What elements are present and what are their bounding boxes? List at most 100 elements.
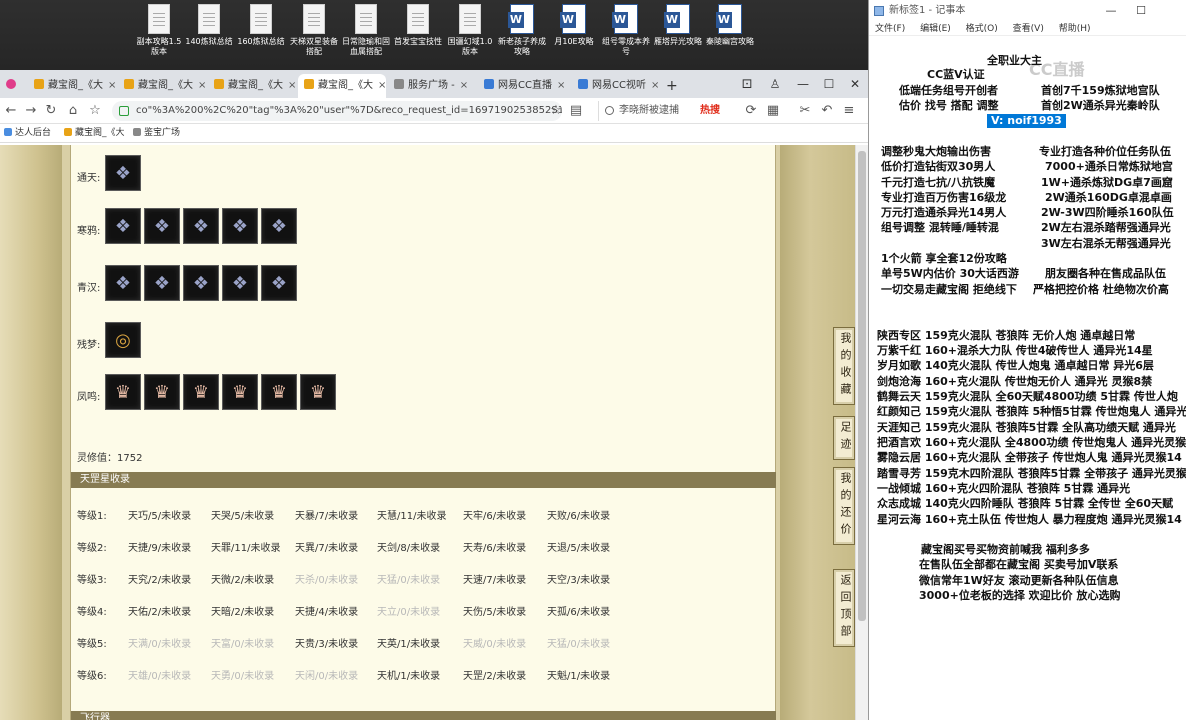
star-level-label: 等级2:	[77, 543, 107, 554]
tab-close-icon[interactable]: ×	[378, 80, 386, 91]
desktop-icon[interactable]: 140炼狱总结	[183, 4, 235, 47]
tab-close-icon[interactable]: ×	[288, 80, 296, 91]
desktop-icon[interactable]: 160炼狱总结	[235, 4, 287, 47]
bookmarks-bar: 达人后台 藏宝阁_《大 鉴宝广场	[0, 124, 868, 143]
menu-format[interactable]: 格式(O)	[966, 24, 998, 34]
equipment-item-icon[interactable]: ❖	[261, 265, 297, 301]
back-icon[interactable]: ←	[2, 102, 20, 120]
equipment-item-icon[interactable]: ❖	[105, 208, 141, 244]
star-level-label: 等级4:	[77, 607, 107, 618]
refresh-icon[interactable]: ↻	[42, 102, 60, 120]
equipment-item-icon[interactable]: ❖	[222, 265, 258, 301]
equipment-item-icon[interactable]: ❖	[105, 265, 141, 301]
tab-close-icon[interactable]: ×	[198, 80, 206, 91]
extension-icon[interactable]: ▦	[764, 102, 782, 120]
star-cell: 天魁/1/未收录	[547, 671, 611, 682]
menu-help[interactable]: 帮助(H)	[1059, 24, 1091, 34]
scissors-icon[interactable]: ✂	[796, 102, 814, 120]
footprint-button[interactable]: 足迹	[833, 416, 855, 460]
equipment-item-icon[interactable]: ❖	[222, 208, 258, 244]
bookmark-item[interactable]: 达人后台	[4, 124, 51, 143]
page-scrollbar[interactable]	[855, 145, 868, 720]
desktop-icon[interactable]: W 雁塔异光攻略	[652, 4, 704, 47]
browser-tab[interactable]: 藏宝阁_《大 ×	[298, 74, 386, 98]
back-to-top-button[interactable]: 返回顶部	[833, 569, 855, 647]
equipment-item-icon[interactable]: ❖	[261, 208, 297, 244]
my-favorites-button[interactable]: 我的收藏	[833, 327, 855, 405]
star-cell: 天败/6/未收录	[547, 511, 611, 522]
equipment-item-icon[interactable]: ♛	[183, 374, 219, 410]
equipment-item-icon[interactable]: ◎	[105, 322, 141, 358]
notepad-line: 千元打造七抗/八抗铁魔	[881, 176, 996, 189]
tab-close-icon[interactable]: ×	[557, 80, 565, 91]
star-section-header: 天罡星收录	[71, 472, 776, 488]
browser-tab[interactable]: 网易CC直播 ×	[478, 74, 566, 98]
browser-logo-icon[interactable]	[0, 74, 26, 98]
browser-tab[interactable]: 网易CC视听 ×	[572, 74, 660, 98]
equipment-item-icon[interactable]: ❖	[183, 208, 219, 244]
browser-tab[interactable]: 藏宝阁_《大 ×	[28, 74, 116, 98]
close-button[interactable]: ✕	[841, 70, 869, 98]
minimize-button[interactable]: —	[789, 70, 817, 98]
desktop-icon[interactable]: 国疆幻域1.0版本	[444, 4, 496, 57]
equipment-item-icon[interactable]: ♛	[222, 374, 258, 410]
equipment-item-icon[interactable]: ❖	[144, 208, 180, 244]
desktop-icon-label: 月10E攻略	[554, 37, 594, 46]
browser-tab[interactable]: 服务广场 - ×	[388, 74, 476, 98]
star-cell: 天立/0/未收录	[377, 607, 441, 618]
desktop-icon[interactable]: W 月10E攻略	[548, 4, 600, 47]
equipment-item-icon[interactable]: ♛	[105, 374, 141, 410]
forward-icon[interactable]: →	[22, 102, 40, 120]
menu-view[interactable]: 查看(V)	[1013, 24, 1044, 34]
tab-close-icon[interactable]: ×	[108, 80, 116, 91]
desktop-icon[interactable]: W 秦陵幽宫攻略	[704, 4, 756, 47]
secure-lock-icon	[119, 106, 129, 116]
menu-icon[interactable]: ≡	[840, 102, 858, 120]
equipment-item-icon[interactable]: ❖	[144, 265, 180, 301]
new-tab-button[interactable]: +	[660, 74, 684, 98]
desktop-icon[interactable]: 天梯双星装备搭配	[288, 4, 340, 57]
star-cell: 天猛/0/未收录	[547, 639, 611, 650]
hot-search-label[interactable]: 热搜	[700, 101, 720, 121]
desktop-icon-label: 140炼狱总结	[185, 37, 233, 46]
browser-tab[interactable]: 藏宝阁_《大 ×	[118, 74, 206, 98]
menu-file[interactable]: 文件(F)	[875, 24, 905, 34]
shirt-icon[interactable]: ♙	[761, 70, 789, 98]
text-file-icon	[148, 4, 170, 34]
bookmark-star-icon[interactable]: ☆	[86, 102, 104, 120]
equipment-item-icon[interactable]: ♛	[261, 374, 297, 410]
address-bar[interactable]: co"%3A%200%2C%20"tag"%3A%20"user"%7D&rec…	[112, 101, 562, 121]
equipment-item-icon[interactable]: ❖	[183, 265, 219, 301]
tab-close-icon[interactable]: ×	[651, 80, 659, 91]
equipment-item-icon[interactable]: ♛	[300, 374, 336, 410]
desktop-icon[interactable]: W 新老孩子养成攻略	[496, 4, 548, 57]
text-file-icon	[459, 4, 481, 34]
desktop-icon[interactable]: 日常隐瑜和固血属搭配	[340, 4, 392, 57]
home-icon[interactable]: ⌂	[64, 102, 82, 120]
browser-window: 藏宝阁_《大 × 藏宝阁_《大 × 藏宝阁_《大 × 藏宝阁_《大 × 服务广场 - × 网易CC直…	[0, 70, 868, 720]
menu-edit[interactable]: 编辑(E)	[920, 24, 951, 34]
desktop-icon[interactable]: 副本攻略1.5版本	[133, 4, 185, 57]
notepad-maximize-button[interactable]: ☐	[1127, 0, 1155, 22]
undo-icon[interactable]: ↶	[818, 102, 836, 120]
star-cell: 天威/0/未收录	[463, 639, 527, 650]
maximize-button[interactable]: ☐	[815, 70, 843, 98]
equipment-item-icon[interactable]: ❖	[105, 155, 141, 191]
notepad-text-area[interactable]: CC直播 全职业大主 CC蓝V认证 低端任务组号开创者 首创7千159炼狱地宫队 估价 …	[869, 38, 1186, 720]
desktop-icon[interactable]: 首发宝宝技性	[392, 4, 444, 47]
scroll-thumb[interactable]	[858, 151, 866, 621]
favorite-icon[interactable]: ☆	[547, 102, 565, 120]
tab-close-icon[interactable]: ×	[460, 80, 468, 91]
my-bargain-button[interactable]: 我的还价	[833, 467, 855, 545]
equipment-item-icon[interactable]: ♛	[144, 374, 180, 410]
notepad-line: 首创2W通杀异光秦岭队	[1041, 99, 1160, 112]
desktop-icon-label: 160炼狱总结	[237, 37, 285, 46]
browser-menu-icon[interactable]: ⚀	[733, 70, 761, 98]
bookmark-item[interactable]: 藏宝阁_《大	[64, 124, 125, 143]
desktop-icon[interactable]: W 组号零成本养号	[600, 4, 652, 57]
reader-icon[interactable]: ▤	[567, 102, 585, 120]
notepad-minimize-button[interactable]: —	[1097, 0, 1125, 22]
sync-icon[interactable]: ⟳	[742, 102, 760, 120]
browser-tab[interactable]: 藏宝阁_《大 ×	[208, 74, 296, 98]
bookmark-item[interactable]: 鉴宝广场	[133, 124, 180, 143]
